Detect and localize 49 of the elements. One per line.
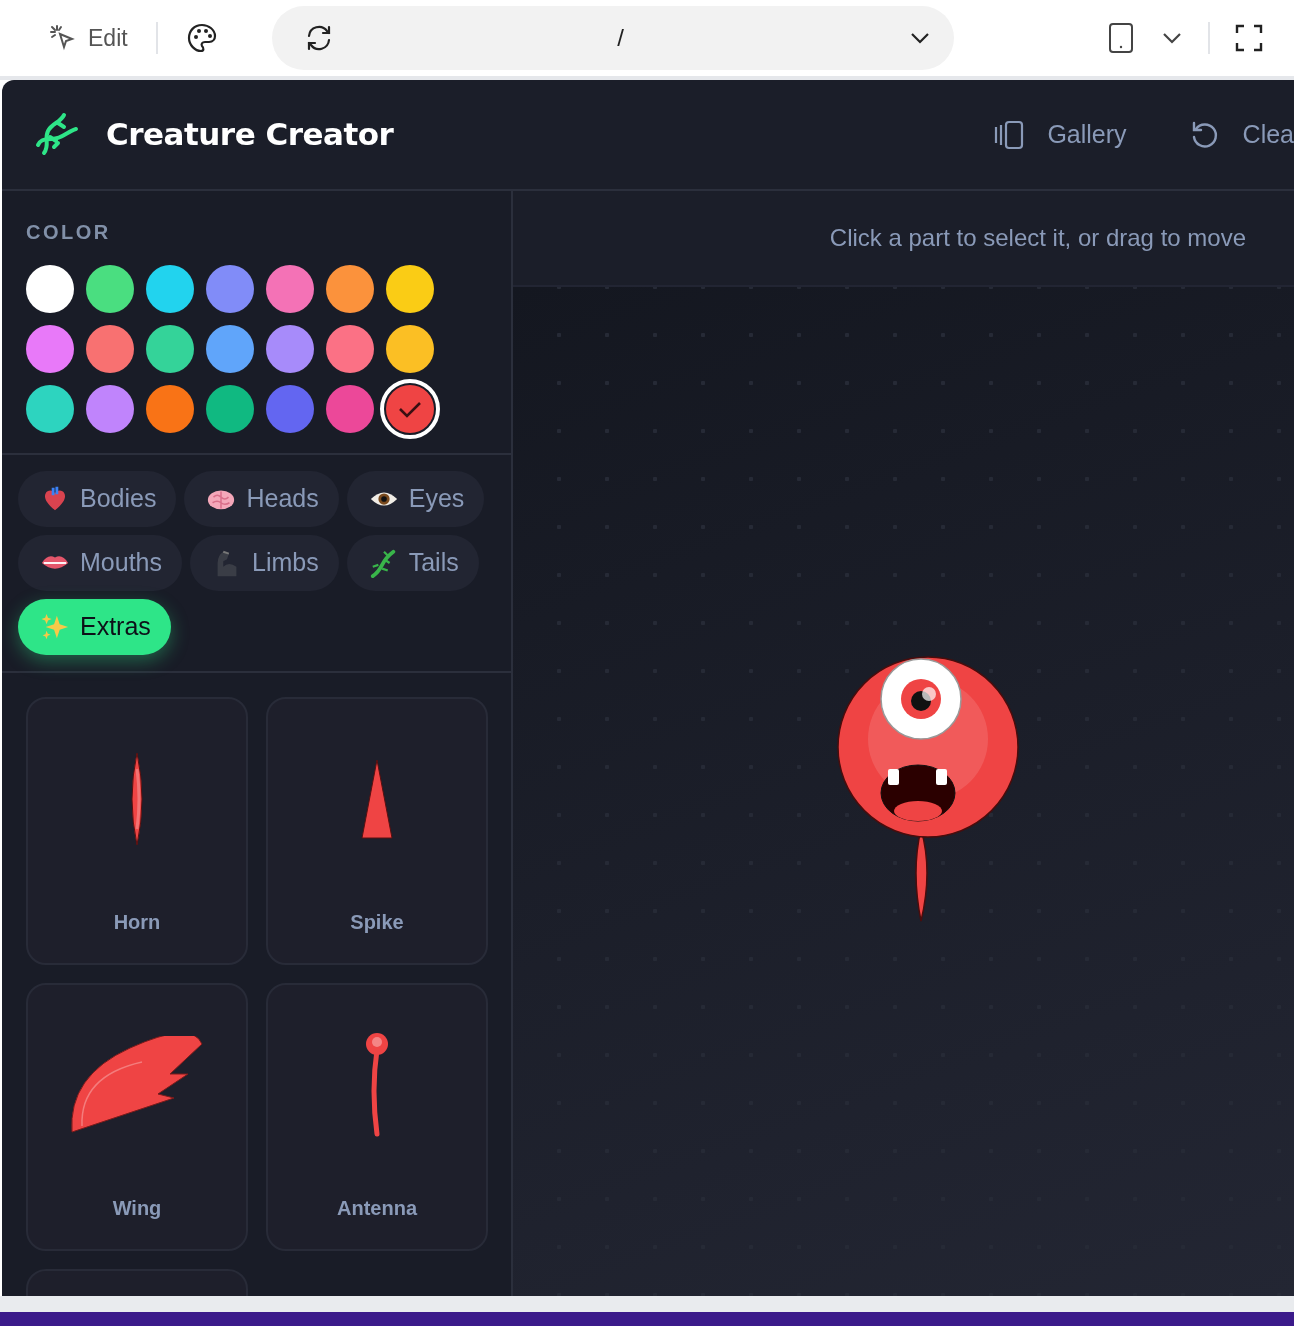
canvas-hint: Click a part to select it, or drag to move xyxy=(829,223,1246,253)
color-swatch[interactable] xyxy=(26,325,74,373)
color-swatch[interactable] xyxy=(146,385,194,433)
color-swatch[interactable] xyxy=(326,325,374,373)
color-swatch[interactable] xyxy=(326,385,374,433)
color-swatch[interactable] xyxy=(266,265,314,313)
fullscreen-icon[interactable] xyxy=(1234,23,1264,53)
color-swatch[interactable] xyxy=(206,325,254,373)
part-label: Antenna xyxy=(337,1196,417,1221)
category-tab[interactable]: Tails xyxy=(346,535,479,591)
url-bar[interactable]: / xyxy=(271,6,954,70)
color-swatch[interactable] xyxy=(326,265,374,313)
clear-button[interactable]: Clea xyxy=(1188,115,1294,154)
part-card[interactable]: Horn xyxy=(26,697,248,965)
color-swatch[interactable] xyxy=(266,385,314,433)
part-card[interactable]: Antenna xyxy=(266,983,488,1251)
category-tab[interactable]: Bodies xyxy=(18,471,177,527)
edit-button[interactable]: Edit xyxy=(44,16,132,60)
color-swatch[interactable] xyxy=(386,325,434,373)
gallery-icon xyxy=(993,118,1026,151)
part-card[interactable]: Spike xyxy=(266,697,488,965)
sparkles-icon xyxy=(40,612,70,642)
part-label: Horn xyxy=(113,910,161,935)
category-tab[interactable]: Heads xyxy=(184,471,339,527)
color-swatch[interactable] xyxy=(146,325,194,373)
palette-icon xyxy=(185,22,218,54)
color-swatch[interactable] xyxy=(206,265,254,313)
category-tab[interactable]: Extras xyxy=(18,599,171,655)
color-swatch[interactable] xyxy=(206,385,254,433)
color-swatch[interactable] xyxy=(86,325,134,373)
color-swatch[interactable] xyxy=(86,265,134,313)
color-swatch[interactable] xyxy=(266,325,314,373)
url-text: / xyxy=(617,23,624,53)
part-label: Wing xyxy=(112,1196,162,1221)
color-swatch[interactable] xyxy=(86,385,134,433)
color-swatch[interactable] xyxy=(26,265,74,313)
category-tab[interactable]: Mouths xyxy=(18,535,182,591)
app-title: Creature Creator xyxy=(106,115,394,155)
color-swatch[interactable] xyxy=(26,385,74,433)
creature-drawing[interactable] xyxy=(835,653,1021,923)
category-tab[interactable]: Eyes xyxy=(346,471,485,527)
part-card[interactable]: Wing xyxy=(26,983,248,1251)
color-swatch[interactable] xyxy=(146,265,194,313)
part-label: Spike xyxy=(350,910,404,935)
section-label: COLOR xyxy=(26,220,112,245)
category-tab[interactable]: Limbs xyxy=(190,535,339,591)
gallery-button[interactable]: Gallery xyxy=(993,115,1127,154)
tablet-icon[interactable] xyxy=(1106,22,1136,54)
color-swatch[interactable] xyxy=(386,265,434,313)
